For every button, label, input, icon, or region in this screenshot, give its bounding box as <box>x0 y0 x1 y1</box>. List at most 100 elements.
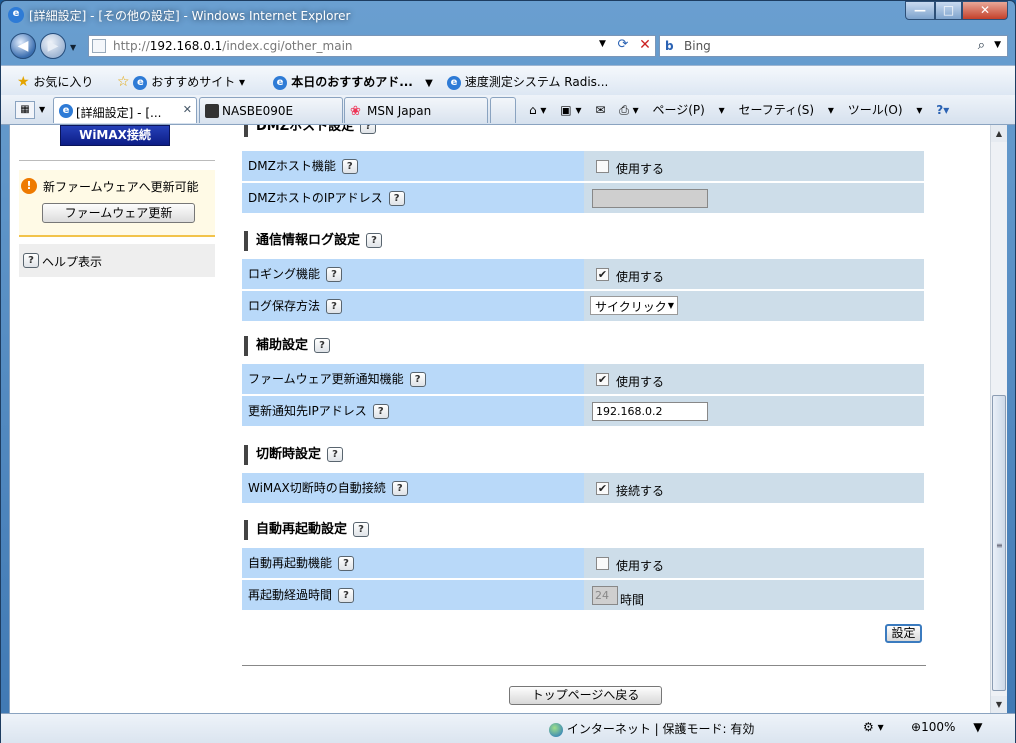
help-icon[interactable]: ? <box>366 233 383 248</box>
help-icon[interactable]: ? <box>338 556 355 571</box>
help-icon[interactable]: ? <box>326 267 343 282</box>
notify-ip-input[interactable]: 192.168.0.2 <box>592 402 708 421</box>
maximize-button[interactable]: □ <box>935 1 962 20</box>
log-method-select[interactable]: サイクリック ▼ <box>590 296 678 315</box>
reboot-checkbox[interactable] <box>596 557 609 570</box>
help-icon[interactable]: ? <box>353 522 370 537</box>
fav-item-speedtest[interactable]: e 速度測定システム Radis... <box>447 73 608 90</box>
row-value: ✔ 接続する <box>584 473 924 503</box>
search-box[interactable]: b Bing ⌕ ▼ <box>659 35 1008 57</box>
auto-connect-checkbox[interactable]: ✔ <box>596 482 609 495</box>
fav-item-recommended[interactable]: ☆ e おすすめサイト ▾ <box>117 73 245 90</box>
divider <box>19 160 215 161</box>
vertical-scrollbar[interactable]: ▲ ≡ ▼ <box>990 125 1007 713</box>
row-label: ロギング機能? <box>242 259 582 289</box>
new-tab-button[interactable] <box>490 97 516 123</box>
favorites-star-icon: ★ <box>17 74 30 90</box>
help-icon[interactable]: ? <box>327 447 344 462</box>
help-link[interactable]: ? ヘルプ表示 <box>19 244 215 277</box>
help-icon[interactable]: ? <box>391 481 408 496</box>
security-zone-text: インターネット | 保護モード: 有効 <box>566 722 755 736</box>
back-button[interactable]: ◀ <box>10 33 36 59</box>
row-value <box>584 183 924 213</box>
help-icon[interactable]: ?▾ <box>936 103 949 117</box>
help-icon[interactable]: ? <box>409 372 426 387</box>
refresh-icon[interactable]: ⟳ <box>613 37 633 55</box>
safety-menu[interactable]: セーフティ(S) ▾ <box>739 103 834 117</box>
page-menu[interactable]: ページ(P) ▾ <box>652 103 724 117</box>
tab-settings[interactable]: e [詳細設定] - [... ✕ <box>53 97 197 123</box>
chevron-down-icon: ▼ <box>425 78 433 89</box>
help-icon[interactable]: ? <box>388 191 405 206</box>
address-bar[interactable]: http://192.168.0.1/index.cgi/other_main … <box>88 35 656 57</box>
forward-arrow-icon: ▶ <box>47 38 59 54</box>
search-icon[interactable]: ⌕ <box>978 38 985 53</box>
mail-icon[interactable]: ✉ <box>595 103 605 117</box>
chevron-down-icon: ▼ <box>667 301 674 310</box>
help-icon[interactable]: ? <box>326 299 343 314</box>
row-value: ✔ 使用する <box>584 259 924 289</box>
help-icon[interactable]: ? <box>360 125 377 134</box>
navigation-bar: ◀ ▶ ▼ http://192.168.0.1/index.cgi/other… <box>1 29 1015 63</box>
logging-checkbox[interactable]: ✔ <box>596 268 609 281</box>
ie-page-icon: e <box>59 104 73 118</box>
scroll-up-icon[interactable]: ▲ <box>991 125 1007 142</box>
help-icon[interactable]: ? <box>372 404 389 419</box>
url-prefix: http:// <box>113 39 150 53</box>
close-button[interactable]: ✕ <box>962 1 1008 20</box>
dmz-ip-input[interactable] <box>592 189 708 208</box>
protected-mode-icon[interactable]: ⚙ ▾ <box>863 720 884 734</box>
section-title: 切断時設定? <box>244 445 344 465</box>
print-icon[interactable]: ⎙ ▾ <box>619 103 638 117</box>
tab-nasbe090e[interactable]: NASBE090E <box>199 97 343 123</box>
label-text: WiMAX切断時の自動接続 <box>248 481 386 495</box>
help-icon[interactable]: ? <box>341 159 358 174</box>
tab-list-dropdown-icon[interactable]: ▼ <box>39 105 45 114</box>
fav-item-label: おすすめサイト ▾ <box>151 75 246 89</box>
ie-page-icon: e <box>447 75 461 90</box>
wimax-connect-button[interactable]: WiMAX接続 <box>60 125 170 146</box>
help-icon[interactable]: ? <box>338 588 355 603</box>
row-dmz-enable: DMZホスト機能? 使用する <box>242 151 924 181</box>
tools-menu[interactable]: ツール(O) ▾ <box>848 103 923 117</box>
row-label: DMZホスト機能? <box>242 151 582 181</box>
home-icon[interactable]: ⌂ ▾ <box>529 103 546 117</box>
ie-page-icon: e <box>273 75 287 90</box>
minimize-button[interactable]: — <box>905 1 935 20</box>
firmware-notice-text: 新ファームウェアへ更新可能 <box>43 180 199 194</box>
reboot-hours-input[interactable]: 24 <box>592 586 618 605</box>
zoom-control[interactable]: ⊕100% ▼ <box>911 720 982 734</box>
row-reboot-enable: 自動再起動機能? 使用する <box>242 548 924 578</box>
forward-button[interactable]: ▶ <box>40 33 66 59</box>
history-dropdown-icon[interactable]: ▼ <box>70 43 76 52</box>
checkbox-label: 使用する <box>616 162 665 176</box>
ie-page-icon: e <box>133 75 148 90</box>
help-icon[interactable]: ? <box>314 338 331 353</box>
row-label: DMZホストのIPアドレス? <box>242 183 582 213</box>
back-to-top-button[interactable]: トップページへ戻る <box>509 686 662 705</box>
favorites-button[interactable]: ★ お気に入り <box>17 73 93 90</box>
stop-icon[interactable]: ✕ <box>635 37 655 55</box>
feeds-icon[interactable]: ▣ ▾ <box>560 103 581 117</box>
sidebar: WiMAX接続 ! 新ファームウェアへ更新可能 ファームウェア更新 ? ヘルプ表… <box>13 125 215 713</box>
tab-msn[interactable]: ❀ MSN Japan <box>344 97 488 123</box>
hours-unit: 時間 <box>620 593 645 607</box>
scroll-down-icon[interactable]: ▼ <box>991 696 1007 713</box>
firmware-update-button[interactable]: ファームウェア更新 <box>42 203 195 223</box>
chevron-down-icon: ▼ <box>973 720 983 734</box>
checkbox-label: 接続する <box>616 484 665 498</box>
close-tab-icon[interactable]: ✕ <box>183 103 192 116</box>
address-dropdown-icon[interactable]: ▼ <box>599 39 606 49</box>
window-controls: — □ ✕ <box>905 1 1008 21</box>
warning-icon: ! <box>21 178 37 194</box>
quick-tabs-icon[interactable]: ▦ <box>15 101 35 119</box>
fw-notify-checkbox[interactable]: ✔ <box>596 373 609 386</box>
dmz-enable-checkbox[interactable] <box>596 160 609 173</box>
security-zone[interactable]: インターネット | 保護モード: 有効 <box>549 720 754 737</box>
row-label: WiMAX切断時の自動接続? <box>242 473 582 503</box>
address-url[interactable]: http://192.168.0.1/index.cgi/other_main <box>113 39 353 53</box>
set-button[interactable]: 設定 <box>885 624 922 643</box>
search-dropdown-icon[interactable]: ▼ <box>994 40 1001 50</box>
fav-item-addons[interactable]: e 本日のおすすめアド... ▼ <box>273 73 433 90</box>
scrollbar-thumb[interactable]: ≡ <box>992 395 1006 691</box>
